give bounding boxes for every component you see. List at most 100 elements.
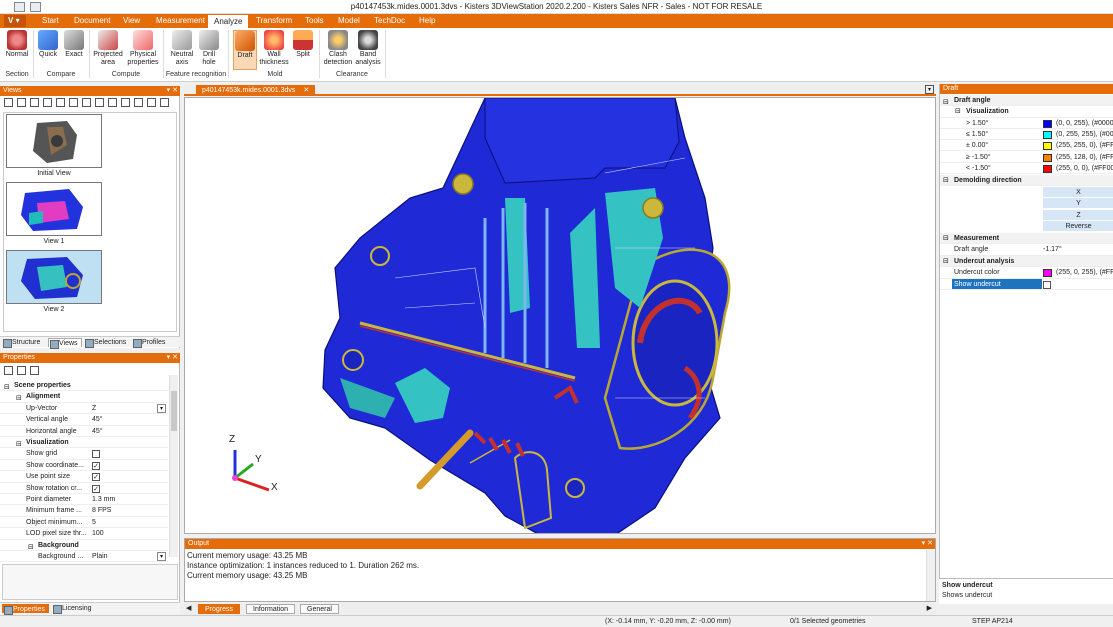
- tab-properties[interactable]: Properties: [2, 604, 49, 615]
- demolding-z-button[interactable]: Z: [1043, 209, 1113, 221]
- measurement-draft-angle-row[interactable]: Draft angle -1.17°: [940, 244, 1113, 256]
- view-thumbnail-view-2[interactable]: [6, 250, 102, 304]
- pin-close-icon[interactable]: ▾ ✕: [922, 539, 933, 549]
- view-tool-icon[interactable]: [108, 98, 117, 107]
- scrollbar-thumb[interactable]: [171, 391, 177, 431]
- drill-hole-button[interactable]: Drill hole: [197, 30, 221, 70]
- prop-background-type[interactable]: Background ... Plain ▾: [0, 551, 168, 563]
- color-swatch[interactable]: [1043, 269, 1052, 278]
- view-tool-icon[interactable]: [30, 98, 39, 107]
- 3d-viewport[interactable]: Z Y X: [184, 97, 936, 534]
- prop-category-visualization[interactable]: ⊟ Visualization: [0, 437, 168, 449]
- draft-button[interactable]: Draft: [233, 30, 257, 70]
- collapse-icon[interactable]: ⊟: [943, 97, 949, 105]
- band-analysis-button[interactable]: Band analysis: [354, 30, 382, 70]
- add-view-icon[interactable]: [4, 98, 13, 107]
- collapse-icon[interactable]: ⊟: [943, 175, 949, 185]
- tab-help[interactable]: Help: [413, 14, 441, 28]
- tab-analyze[interactable]: Analyze: [207, 14, 250, 28]
- tab-document[interactable]: Document: [68, 14, 116, 28]
- checkbox-unchecked[interactable]: [92, 450, 100, 459]
- color-swatch[interactable]: [1043, 130, 1052, 139]
- tab-views[interactable]: Views: [48, 338, 82, 349]
- draft-category-draft-angle[interactable]: ⊟ Draft angle: [940, 95, 1113, 107]
- scroll-left-icon[interactable]: ◀: [186, 604, 191, 612]
- prop-category-scene[interactable]: ⊟ Scene properties: [0, 380, 168, 392]
- tab-tools[interactable]: Tools: [299, 14, 330, 28]
- draft-category-measurement[interactable]: ⊟ Measurement: [940, 233, 1113, 245]
- tab-information[interactable]: Information: [246, 604, 296, 614]
- normal-section-button[interactable]: Normal: [3, 30, 31, 70]
- prop-show-grid[interactable]: Show grid: [0, 448, 168, 460]
- prop-point-diameter[interactable]: Point diameter 1.3 mm: [0, 494, 168, 506]
- draft-range-row[interactable]: ± 0.00° (255, 255, 0), (#FFFF00): [940, 140, 1113, 152]
- prop-show-rotation[interactable]: Show rotation cr... ✓: [0, 483, 168, 494]
- collapse-icon[interactable]: ⊟: [943, 256, 949, 266]
- draft-category-undercut[interactable]: ⊟ Undercut analysis: [940, 256, 1113, 268]
- view-thumbnail-initial[interactable]: [6, 114, 102, 168]
- projected-area-button[interactable]: Projected area: [91, 30, 125, 70]
- physical-properties-button[interactable]: Physical properties: [126, 30, 160, 70]
- sort-icon[interactable]: [4, 366, 13, 375]
- view-tool-icon[interactable]: [56, 98, 65, 107]
- prop-horizontal-angle[interactable]: Horizontal angle 45°: [0, 426, 168, 437]
- properties-scrollbar[interactable]: [169, 375, 178, 557]
- prop-lod-pixel-size[interactable]: LOD pixel size thr... 100: [0, 528, 168, 540]
- view-tool-icon[interactable]: [134, 98, 143, 107]
- tab-general[interactable]: General: [300, 604, 339, 614]
- tab-start[interactable]: Start: [36, 14, 65, 28]
- view-tool-icon[interactable]: [160, 98, 169, 107]
- show-undercut-row[interactable]: Show undercut: [940, 278, 1113, 290]
- tab-licensing[interactable]: Licensing: [52, 604, 95, 614]
- view-tool-icon[interactable]: [121, 98, 130, 107]
- view-tool-icon[interactable]: [17, 98, 26, 107]
- exact-compare-button[interactable]: Exact: [62, 30, 86, 70]
- quick-compare-button[interactable]: Quick: [36, 30, 60, 70]
- wall-thickness-button[interactable]: Wall thickness: [259, 30, 289, 70]
- neutral-axis-button[interactable]: Neutral axis: [168, 30, 196, 70]
- color-swatch[interactable]: [1043, 119, 1052, 128]
- color-swatch[interactable]: [1043, 142, 1052, 151]
- scroll-right-icon[interactable]: ▶: [927, 604, 932, 612]
- dropdown-arrow-icon[interactable]: ▾: [157, 403, 166, 413]
- draft-range-row[interactable]: < -1.50° (255, 0, 0), (#FF0000): [940, 163, 1113, 175]
- pin-close-icon[interactable]: ▾ ✕: [167, 353, 178, 363]
- color-swatch[interactable]: [1043, 164, 1052, 173]
- tab-progress[interactable]: Progress: [198, 604, 241, 614]
- collapse-icon[interactable]: ⊟: [955, 106, 961, 116]
- clash-detection-button[interactable]: Clash detection: [322, 30, 354, 70]
- view-tool-icon[interactable]: [82, 98, 91, 107]
- checkbox-checked[interactable]: ✓: [92, 484, 100, 493]
- document-list-dropdown-icon[interactable]: ▾: [925, 85, 934, 94]
- show-undercut-checkbox[interactable]: [1043, 280, 1051, 289]
- prop-use-point-size[interactable]: Use point size ✓: [0, 471, 168, 483]
- prop-object-minimum[interactable]: Object minimum... 5: [0, 517, 168, 529]
- tab-structure[interactable]: Structure: [2, 338, 43, 348]
- draft-range-row[interactable]: ≥ -1.50° (255, 128, 0), (#FF8000): [940, 152, 1113, 163]
- split-button[interactable]: Split: [291, 30, 315, 70]
- view-tool-icon[interactable]: [69, 98, 78, 107]
- draft-category-demolding[interactable]: ⊟ Demolding direction: [940, 175, 1113, 187]
- app-menu-button[interactable]: V ▾: [4, 15, 26, 27]
- prop-show-coordinate[interactable]: Show coordinate... ✓: [0, 460, 168, 472]
- view-tool-icon[interactable]: [147, 98, 156, 107]
- pin-close-icon[interactable]: ▾ ✕: [167, 86, 178, 96]
- tab-techdoc[interactable]: TechDoc: [368, 14, 411, 28]
- tab-profiles[interactable]: Profiles: [132, 338, 168, 348]
- tab-model[interactable]: Model: [332, 14, 366, 28]
- view-tool-icon[interactable]: [43, 98, 52, 107]
- checkbox-checked[interactable]: ✓: [92, 473, 100, 482]
- view-tool-icon[interactable]: [95, 98, 104, 107]
- view-thumbnail-view-1[interactable]: [6, 182, 102, 236]
- filter-icon[interactable]: [30, 366, 39, 375]
- prop-minimum-frame[interactable]: Minimum frame ... 8 FPS: [0, 505, 168, 517]
- output-scrollbar[interactable]: [926, 550, 935, 601]
- prop-category-background[interactable]: ⊟ Background: [0, 540, 168, 551]
- demolding-y-button[interactable]: Y: [1043, 198, 1113, 209]
- demolding-x-button[interactable]: X: [1043, 186, 1113, 198]
- prop-category-alignment[interactable]: ⊟ Alignment: [0, 391, 168, 403]
- close-icon[interactable]: ✕: [303, 87, 309, 94]
- draft-range-row[interactable]: ≤ 1.50° (0, 255, 255), (#00FFFF): [940, 129, 1113, 141]
- document-tab[interactable]: p40147453k.mides.0001.3dvs ✕: [196, 85, 316, 96]
- undercut-color-row[interactable]: Undercut color (255, 0, 255), (#FF00FF): [940, 267, 1113, 279]
